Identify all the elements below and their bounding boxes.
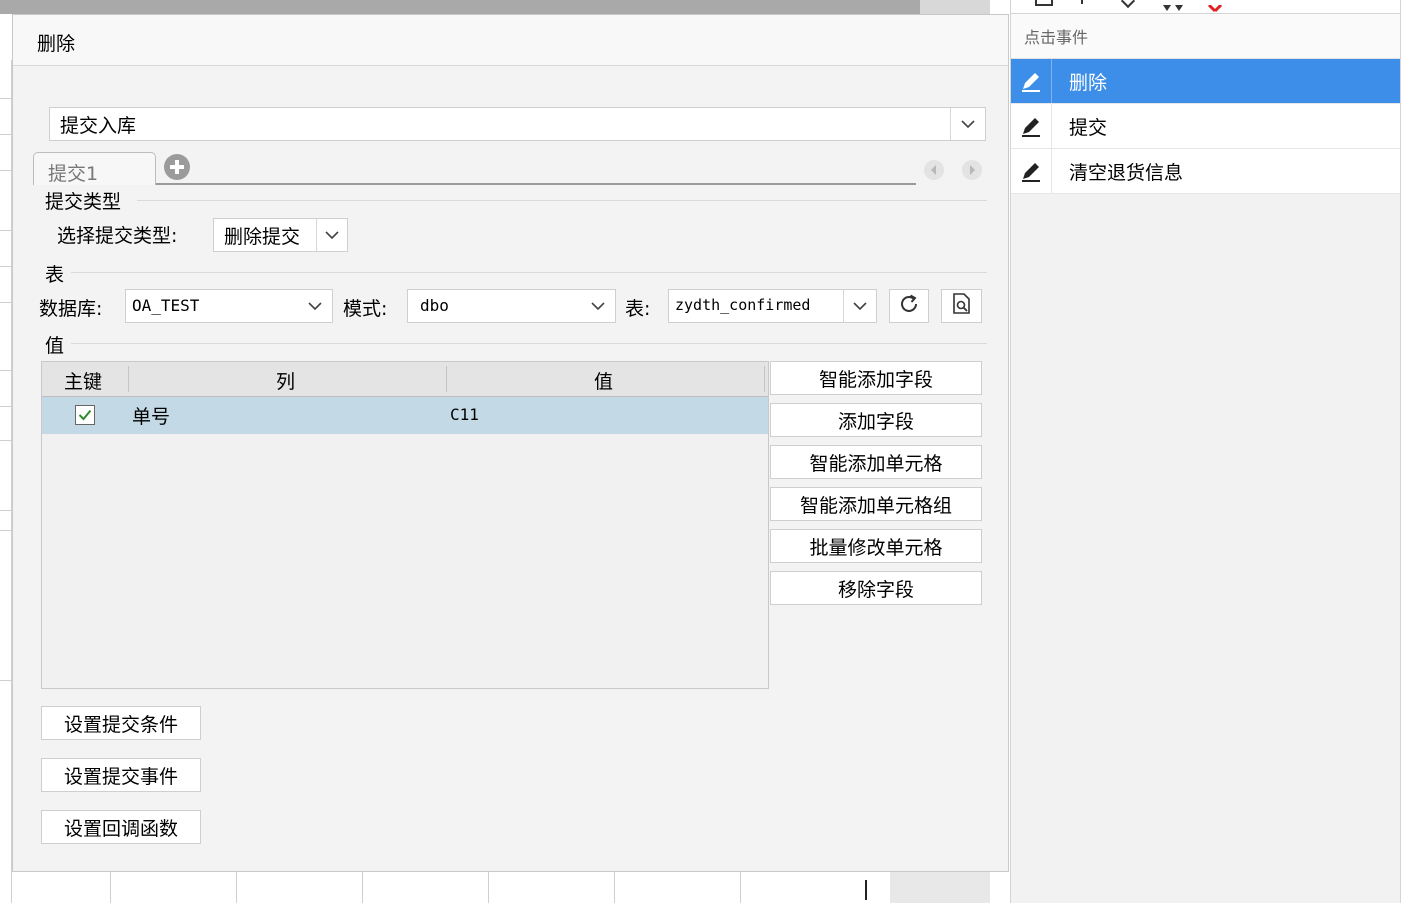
tab-label: 提交1 — [48, 163, 99, 185]
preview-table-button[interactable] — [941, 289, 982, 323]
event-item-label: 清空退货信息 — [1069, 162, 1184, 184]
panel-scroll-strip — [1400, 0, 1413, 903]
database-label: 数据库: — [39, 298, 103, 320]
smart-add-cell-button[interactable]: 智能添加单元格 — [770, 445, 982, 479]
tab-scroll-right-icon[interactable] — [961, 159, 983, 181]
dialog-title-bar: 删除 — [13, 15, 1008, 66]
toolbar-icon[interactable] — [1120, 0, 1136, 9]
toolbar-icon[interactable] — [1081, 0, 1083, 4]
table-name-value: zydth_confirmed — [675, 296, 811, 314]
tab-scroll-left-icon[interactable] — [923, 159, 945, 181]
table-name-label: 表: — [625, 298, 651, 320]
set-callback-function-button[interactable]: 设置回调函数 — [41, 810, 201, 844]
tab-submit-1[interactable]: 提交1 — [33, 152, 156, 185]
remove-field-button[interactable]: 移除字段 — [770, 571, 982, 605]
fields-table: 主键 列 值 单号 C11 — [41, 361, 769, 689]
event-item-label: 删除 — [1069, 72, 1108, 94]
table-divider — [71, 272, 987, 273]
table-header: 主键 列 值 — [42, 362, 768, 397]
submit-target-value: 提交入库 — [60, 115, 137, 137]
chevron-down-icon[interactable] — [298, 290, 332, 322]
submit-type-select[interactable]: 删除提交 — [213, 218, 348, 252]
event-item-label: 提交 — [1069, 117, 1108, 139]
database-select[interactable]: OA_TEST — [125, 289, 333, 323]
background-toolbar — [0, 0, 920, 14]
batch-edit-cells-button[interactable]: 批量修改单元格 — [770, 529, 982, 563]
submit-target-select[interactable]: 提交入库 — [49, 107, 986, 141]
event-item-clear-return-info[interactable]: 清空退货信息 — [1011, 149, 1401, 194]
row-value: C11 — [450, 405, 479, 424]
dialog-title: 删除 — [37, 33, 76, 55]
row-column-name: 单号 — [132, 406, 171, 428]
add-field-button[interactable]: 添加字段 — [770, 403, 982, 437]
delete-dialog: 删除 提交入库 提交1 提交类型 选择提交类型: 删除提交 表 数据库: OA_… — [12, 14, 1009, 872]
refresh-button[interactable] — [889, 289, 929, 323]
table-name-select[interactable]: zydth_confirmed — [668, 289, 877, 323]
background-row-headers — [0, 60, 12, 903]
submit-type-section-label: 提交类型 — [45, 191, 122, 213]
submit-type-value: 删除提交 — [224, 226, 301, 248]
background-grid-shade — [890, 872, 990, 903]
set-submit-event-button[interactable]: 设置提交事件 — [41, 758, 201, 792]
events-toolbar — [1011, 0, 1401, 14]
document-search-icon — [951, 292, 973, 321]
schema-select[interactable]: dbo — [407, 289, 616, 323]
pencil-icon — [1011, 104, 1052, 148]
sort-icon[interactable] — [1161, 0, 1185, 11]
column-header-value[interactable]: 值 — [594, 367, 613, 394]
set-submit-condition-button[interactable]: 设置提交条件 — [41, 706, 201, 740]
events-panel-title: 点击事件 — [1024, 28, 1089, 47]
toolbar-icon[interactable] — [1035, 0, 1053, 6]
delete-icon[interactable] — [1207, 0, 1227, 13]
event-item-submit[interactable]: 提交 — [1011, 104, 1401, 149]
chevron-down-icon[interactable] — [581, 290, 615, 322]
add-tab-icon[interactable] — [163, 153, 191, 181]
table-section-label: 表 — [45, 264, 65, 286]
database-value: OA_TEST — [132, 296, 200, 315]
events-panel-header: 点击事件 — [1011, 14, 1401, 59]
background-grid — [12, 872, 1010, 903]
table-row[interactable]: 单号 C11 — [42, 397, 768, 434]
schema-value: dbo — [420, 296, 449, 315]
tab-strip-line — [156, 183, 916, 185]
schema-label: 模式: — [343, 298, 388, 320]
pencil-icon — [1011, 59, 1052, 103]
values-divider — [71, 343, 987, 344]
pencil-icon — [1011, 149, 1052, 193]
chevron-down-icon[interactable] — [843, 290, 876, 322]
smart-add-cell-group-button[interactable]: 智能添加单元格组 — [770, 487, 982, 521]
events-panel: 点击事件 删除 提交 清空退货信息 — [1010, 0, 1401, 903]
primary-key-checkbox[interactable] — [75, 405, 95, 425]
chevron-down-icon[interactable] — [950, 108, 985, 140]
refresh-icon — [898, 293, 920, 320]
values-section-label: 值 — [45, 335, 65, 357]
event-item-delete[interactable]: 删除 — [1011, 59, 1401, 104]
submit-type-field-label: 选择提交类型: — [57, 225, 178, 247]
smart-add-field-button[interactable]: 智能添加字段 — [770, 361, 982, 395]
check-icon — [78, 409, 92, 421]
column-header-primary-key[interactable]: 主键 — [64, 367, 102, 394]
submit-type-divider — [137, 200, 987, 201]
column-header-column[interactable]: 列 — [276, 367, 295, 394]
chevron-down-icon[interactable] — [316, 219, 347, 251]
background-toolbar-right — [920, 0, 990, 14]
